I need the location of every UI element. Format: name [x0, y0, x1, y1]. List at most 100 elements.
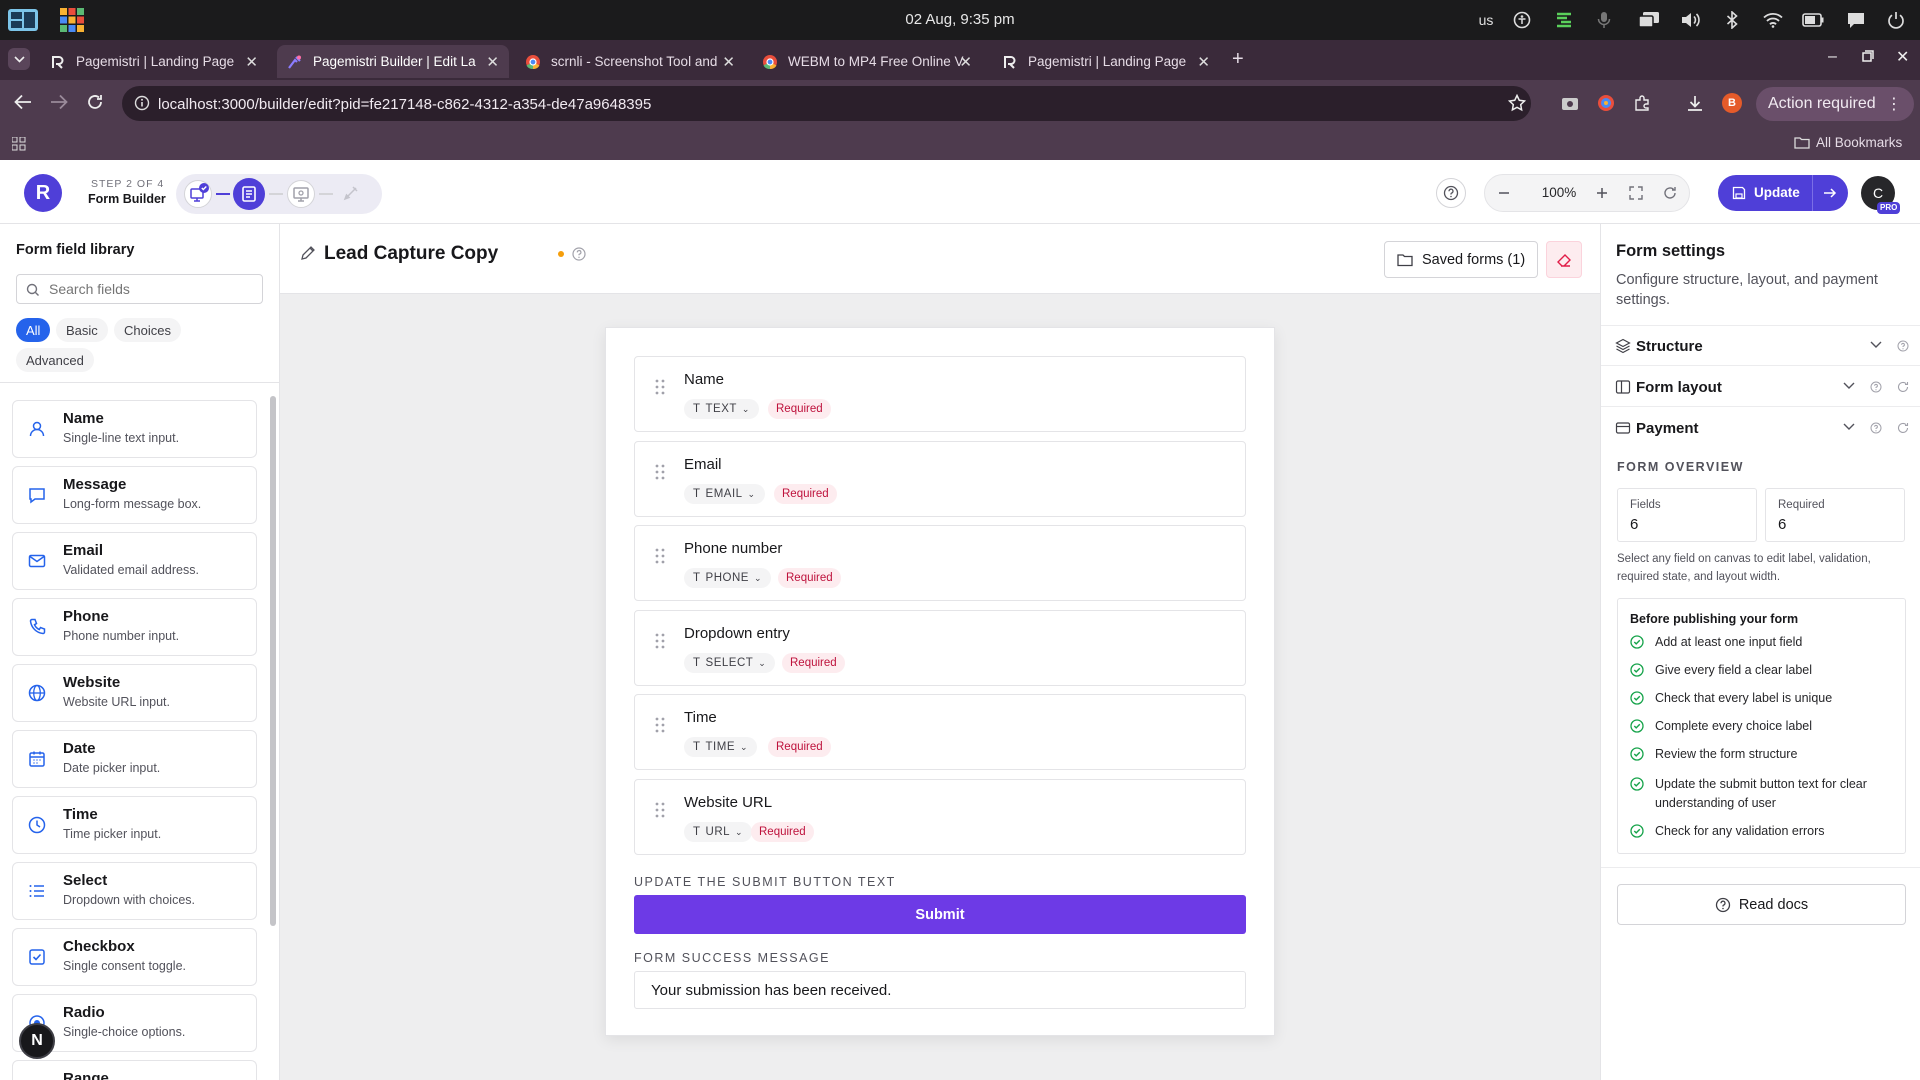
search-input[interactable]	[49, 279, 254, 299]
reload-icon[interactable]	[86, 93, 104, 111]
more-menu-icon[interactable]: ⋮	[1886, 94, 1902, 114]
required-badge[interactable]: Required	[778, 568, 841, 588]
library-field-select[interactable]: Select Dropdown with choices.	[12, 862, 257, 920]
all-bookmarks-button[interactable]: All Bookmarks	[1794, 135, 1902, 150]
help-icon[interactable]	[1897, 340, 1909, 352]
close-tab-icon[interactable]: ✕	[959, 53, 972, 71]
downloads-icon[interactable]	[1686, 94, 1704, 112]
restore-icon[interactable]	[1862, 50, 1874, 62]
bookmark-star-icon[interactable]	[1508, 94, 1526, 112]
browser-tab-2[interactable]: Pagemistri Builder | Edit La ✕	[277, 45, 509, 78]
clock[interactable]: 02 Aug, 9:35 pm	[0, 11, 1920, 28]
form-field-row[interactable]: Dropdown entry T SELECT ⌄ Required	[634, 610, 1246, 686]
submit-button[interactable]: Submit	[634, 895, 1246, 934]
browser-tab-1[interactable]: Pagemistri | Landing Page ✕	[40, 45, 268, 78]
section-form-layout[interactable]: Form layout	[1601, 367, 1920, 407]
form-field-row[interactable]: Website URL T URL ⌄ Required	[634, 779, 1246, 855]
drag-handle-icon[interactable]	[655, 548, 665, 564]
help-button[interactable]	[1436, 178, 1466, 208]
new-tab-icon[interactable]: +	[1232, 48, 1244, 71]
library-field-email[interactable]: Email Validated email address.	[12, 532, 257, 590]
library-field-message[interactable]: Message Long-form message box.	[12, 466, 257, 524]
filter-all[interactable]: All	[16, 318, 51, 342]
required-badge[interactable]: Required	[751, 822, 814, 842]
address-bar[interactable]: localhost:3000/builder/edit?pid=fe217148…	[122, 86, 1531, 121]
filter-basic[interactable]: Basic	[56, 318, 108, 342]
bluetooth-icon[interactable]	[1722, 10, 1742, 30]
reset-icon[interactable]	[1897, 422, 1909, 434]
library-field-date[interactable]: Date Date picker input.	[12, 730, 257, 788]
app-logo[interactable]: R	[24, 174, 62, 212]
site-info-icon[interactable]	[134, 95, 150, 111]
clear-form-button[interactable]	[1546, 241, 1582, 278]
library-field-checkbox[interactable]: Checkbox Single consent toggle.	[12, 928, 257, 986]
screenshot-extension-icon[interactable]	[1562, 96, 1578, 110]
library-field-name[interactable]: Name Single-line text input.	[12, 400, 257, 458]
chat-icon[interactable]	[1845, 10, 1867, 30]
form-field-row[interactable]: Name T TEXT ⌄ Required	[634, 356, 1246, 432]
update-button[interactable]: Update	[1718, 175, 1848, 211]
profile-badge[interactable]: B	[1722, 93, 1742, 113]
drag-handle-icon[interactable]	[655, 717, 665, 733]
field-label[interactable]: Name	[684, 371, 724, 388]
field-type-dropdown[interactable]: T EMAIL ⌄	[684, 484, 765, 504]
step-2-indicator[interactable]	[233, 178, 265, 210]
zoom-in-icon[interactable]	[1593, 184, 1611, 202]
microphone-icon[interactable]	[1594, 10, 1614, 30]
close-tab-icon[interactable]: ✕	[486, 53, 499, 71]
field-type-dropdown[interactable]: T SELECT ⌄	[684, 653, 776, 673]
field-type-dropdown[interactable]: T TEXT ⌄	[684, 399, 759, 419]
battery-icon[interactable]	[1802, 10, 1824, 30]
back-icon[interactable]	[14, 94, 32, 110]
reset-zoom-icon[interactable]	[1661, 184, 1679, 202]
saved-forms-button[interactable]: Saved forms (1)	[1384, 241, 1538, 278]
close-tab-icon[interactable]: ✕	[245, 53, 258, 71]
section-payment[interactable]: Payment	[1601, 408, 1920, 448]
tab-search-button[interactable]	[8, 48, 30, 70]
minimize-icon[interactable]: –	[1828, 48, 1837, 66]
form-field-row[interactable]: Phone number T PHONE ⌄ Required	[634, 525, 1246, 601]
library-scrollbar[interactable]	[270, 396, 276, 926]
screen-share-icon[interactable]	[1638, 10, 1660, 30]
keyboard-layout[interactable]: us	[1475, 10, 1497, 30]
power-icon[interactable]	[1885, 10, 1907, 30]
extensions-icon[interactable]	[1634, 95, 1650, 111]
drag-handle-icon[interactable]	[655, 633, 665, 649]
apps-grid-icon[interactable]	[12, 137, 26, 151]
pencil-icon[interactable]	[300, 245, 316, 261]
drag-handle-icon[interactable]	[655, 464, 665, 480]
zoom-out-icon[interactable]	[1495, 184, 1513, 202]
arrow-right-icon[interactable]	[1823, 186, 1837, 200]
required-badge[interactable]: Required	[774, 484, 837, 504]
field-search[interactable]	[16, 274, 263, 304]
step-3-indicator[interactable]	[287, 180, 315, 208]
library-field-website[interactable]: Website Website URL input.	[12, 664, 257, 722]
field-type-dropdown[interactable]: T URL ⌄	[684, 822, 753, 842]
form-title[interactable]: Lead Capture Copy	[324, 243, 498, 265]
help-icon[interactable]	[1870, 422, 1882, 434]
app-indicator-icon[interactable]	[1554, 10, 1574, 30]
step-4-indicator[interactable]	[338, 180, 366, 208]
action-required-button[interactable]: Action required ⋮	[1756, 87, 1914, 121]
drag-handle-icon[interactable]	[655, 802, 665, 818]
wifi-icon[interactable]	[1762, 10, 1784, 30]
drag-handle-icon[interactable]	[655, 379, 665, 395]
close-window-icon[interactable]: ✕	[1896, 47, 1909, 67]
field-label[interactable]: Email	[684, 456, 722, 473]
floating-assistant-button[interactable]: N	[19, 1023, 55, 1059]
fit-screen-icon[interactable]	[1627, 184, 1645, 202]
field-type-dropdown[interactable]: T PHONE ⌄	[684, 568, 771, 588]
required-badge[interactable]: Required	[768, 399, 831, 419]
field-label[interactable]: Phone number	[684, 540, 782, 557]
required-badge[interactable]: Required	[782, 653, 845, 673]
section-structure[interactable]: Structure	[1601, 326, 1920, 366]
success-message-input[interactable]: Your submission has been received.	[634, 971, 1246, 1009]
browser-tab-5[interactable]: Pagemistri | Landing Page ✕	[992, 45, 1220, 78]
forward-icon[interactable]	[50, 94, 68, 110]
help-icon[interactable]	[1870, 381, 1882, 393]
close-tab-icon[interactable]: ✕	[722, 53, 735, 71]
form-field-row[interactable]: Email T EMAIL ⌄ Required	[634, 441, 1246, 517]
form-field-row[interactable]: Time T TIME ⌄ Required	[634, 694, 1246, 770]
field-label[interactable]: Website URL	[684, 794, 772, 811]
library-field-time[interactable]: Time Time picker input.	[12, 796, 257, 854]
